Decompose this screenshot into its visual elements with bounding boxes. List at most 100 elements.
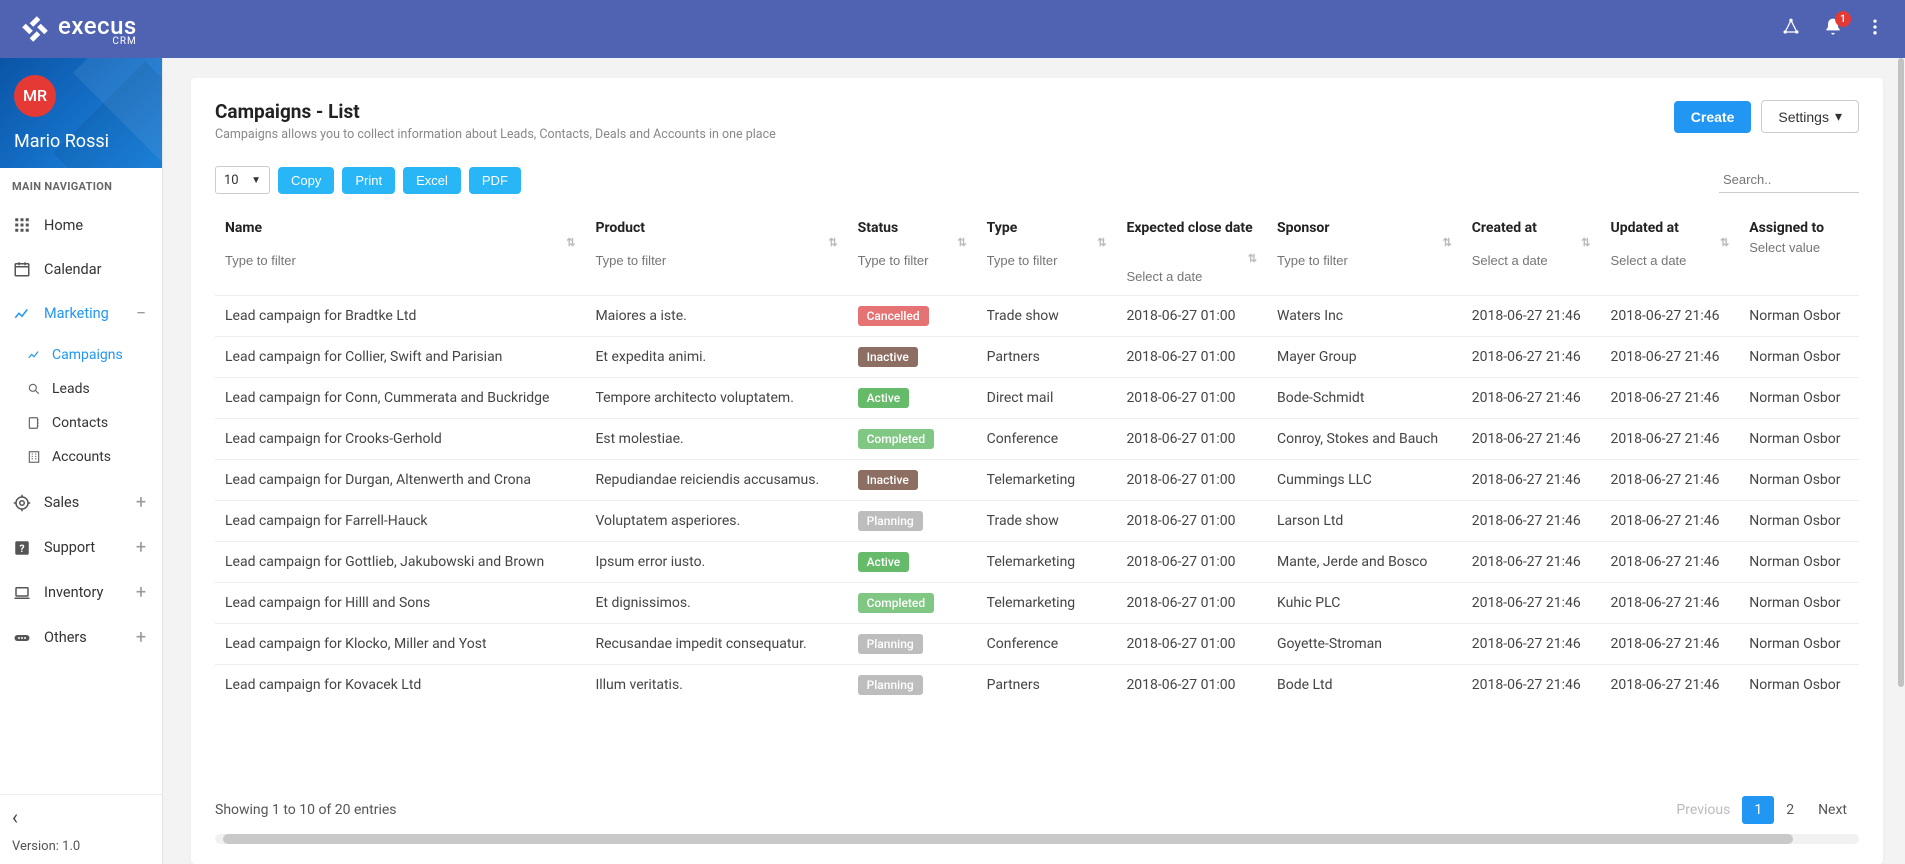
page-2[interactable]: 2 <box>1774 796 1806 824</box>
page-1[interactable]: 1 <box>1742 796 1774 824</box>
sort-icon[interactable]: ⇅ <box>1248 252 1257 265</box>
col-type[interactable]: Type⇅ <box>977 212 1117 296</box>
cell-created: 2018-06-27 21:46 <box>1462 501 1601 542</box>
share-icon[interactable] <box>1781 17 1801 41</box>
cell-sponsor: Mayer Group <box>1267 337 1462 378</box>
table-row[interactable]: Lead campaign for Kovacek LtdIllum verit… <box>215 665 1859 706</box>
avatar[interactable]: MR <box>14 75 56 117</box>
table-row[interactable]: Lead campaign for Bradtke LtdMaiores a i… <box>215 296 1859 337</box>
filter-sponsor[interactable] <box>1277 249 1452 275</box>
col-updated[interactable]: Updated at⇅ <box>1601 212 1740 296</box>
sort-icon[interactable]: ⇅ <box>1443 236 1452 249</box>
sort-icon[interactable]: ⇅ <box>566 236 575 249</box>
cell-name: Lead campaign for Hilll and Sons <box>215 583 585 624</box>
cell-updated: 2018-06-27 21:46 <box>1601 624 1740 665</box>
filter-status[interactable] <box>858 249 967 275</box>
table-row[interactable]: Lead campaign for Crooks-GerholdEst mole… <box>215 419 1859 460</box>
filter-product[interactable] <box>595 249 837 275</box>
col-created[interactable]: Created at⇅ <box>1462 212 1601 296</box>
col-sponsor[interactable]: Sponsor⇅ <box>1267 212 1462 296</box>
settings-button[interactable]: Settings ▾ <box>1761 100 1859 133</box>
sort-icon[interactable]: ⇅ <box>1581 236 1590 249</box>
chart-icon <box>26 347 42 363</box>
col-expected[interactable]: Expected close date⇅ <box>1116 212 1267 296</box>
vertical-scrollbar[interactable] <box>1898 58 1904 864</box>
expand-icon[interactable]: + <box>132 537 150 558</box>
nav-item-inventory[interactable]: Inventory + <box>0 570 162 615</box>
cell-expected: 2018-06-27 01:00 <box>1116 460 1267 501</box>
nav-item-marketing[interactable]: Marketing − <box>0 291 162 336</box>
table-row[interactable]: Lead campaign for Farrell-HauckVoluptate… <box>215 501 1859 542</box>
cell-expected: 2018-06-27 01:00 <box>1116 665 1267 706</box>
cell-sponsor: Larson Ltd <box>1267 501 1462 542</box>
help-icon: ? <box>12 538 32 558</box>
page-previous[interactable]: Previous <box>1664 796 1742 824</box>
filter-updated[interactable] <box>1611 249 1730 275</box>
excel-button[interactable]: Excel <box>403 167 461 194</box>
table-row[interactable]: Lead campaign for Collier, Swift and Par… <box>215 337 1859 378</box>
col-name[interactable]: Name ⇅ <box>215 212 585 296</box>
table-row[interactable]: Lead campaign for Klocko, Miller and Yos… <box>215 624 1859 665</box>
status-badge: Completed <box>858 593 935 613</box>
subnav-label: Campaigns <box>52 347 123 363</box>
table-row[interactable]: Lead campaign for Gottlieb, Jakubowski a… <box>215 542 1859 583</box>
page-next[interactable]: Next <box>1806 796 1859 824</box>
search-input[interactable] <box>1719 167 1859 193</box>
profile-name: Mario Rossi <box>14 131 162 152</box>
notifications-icon[interactable]: 1 <box>1823 17 1843 41</box>
campaigns-table: Name ⇅ Product⇅ Status⇅ <box>215 212 1859 705</box>
col-product[interactable]: Product⇅ <box>585 212 847 296</box>
horizontal-scrollbar[interactable] <box>215 834 1859 844</box>
sort-icon[interactable]: ⇅ <box>1720 236 1729 249</box>
copy-button[interactable]: Copy <box>278 167 334 194</box>
cell-name: Lead campaign for Conn, Cummerata and Bu… <box>215 378 585 419</box>
cell-product: Recusandae impedit consequatur. <box>585 624 847 665</box>
logo[interactable]: execus CRM <box>20 12 137 47</box>
cell-assigned: Norman Osbor <box>1739 665 1859 706</box>
more-icon[interactable] <box>1865 17 1885 41</box>
scrollbar-thumb[interactable] <box>1898 58 1904 687</box>
filter-name[interactable] <box>225 249 575 275</box>
sort-icon[interactable]: ⇅ <box>1097 236 1106 249</box>
sidebar-collapse-icon[interactable]: ‹ <box>12 805 18 829</box>
calendar-icon <box>12 259 32 279</box>
expand-icon[interactable]: + <box>132 582 150 603</box>
cell-sponsor: Goyette-Stroman <box>1267 624 1462 665</box>
nav-item-home[interactable]: Home <box>0 203 162 247</box>
nav-label: Others <box>44 629 87 646</box>
nav-item-support[interactable]: ? Support + <box>0 525 162 570</box>
nav-item-others[interactable]: Others + <box>0 615 162 660</box>
collapse-icon[interactable]: − <box>132 303 150 324</box>
print-button[interactable]: Print <box>342 167 395 194</box>
cell-expected: 2018-06-27 01:00 <box>1116 542 1267 583</box>
table-row[interactable]: Lead campaign for Durgan, Altenwerth and… <box>215 460 1859 501</box>
table-row[interactable]: Lead campaign for Hilll and SonsEt digni… <box>215 583 1859 624</box>
cell-type: Telemarketing <box>977 542 1117 583</box>
expand-icon[interactable]: + <box>132 492 150 513</box>
filter-expected[interactable] <box>1126 265 1257 291</box>
cell-expected: 2018-06-27 01:00 <box>1116 624 1267 665</box>
create-button[interactable]: Create <box>1674 101 1752 133</box>
subnav-item-contacts[interactable]: Contacts <box>0 406 162 440</box>
subnav-item-accounts[interactable]: Accounts <box>0 440 162 474</box>
table-row[interactable]: Lead campaign for Conn, Cummerata and Bu… <box>215 378 1859 419</box>
cell-created: 2018-06-27 21:46 <box>1462 583 1601 624</box>
nav-item-calendar[interactable]: Calendar <box>0 247 162 291</box>
subnav-item-campaigns[interactable]: Campaigns <box>0 338 162 372</box>
filter-assigned[interactable] <box>1749 236 1849 262</box>
cell-assigned: Norman Osbor <box>1739 501 1859 542</box>
col-assigned[interactable]: Assigned to <box>1739 212 1859 296</box>
cell-created: 2018-06-27 21:46 <box>1462 542 1601 583</box>
col-label: Name <box>225 220 262 236</box>
nav-item-sales[interactable]: Sales + <box>0 480 162 525</box>
subnav-item-leads[interactable]: Leads <box>0 372 162 406</box>
sort-icon[interactable]: ⇅ <box>957 236 966 249</box>
pdf-button[interactable]: PDF <box>469 167 521 194</box>
filter-type[interactable] <box>987 249 1107 275</box>
expand-icon[interactable]: + <box>132 627 150 648</box>
scrollbar-thumb[interactable] <box>223 834 1793 844</box>
sort-icon[interactable]: ⇅ <box>828 236 837 249</box>
page-size-select[interactable]: 10 ▼ <box>215 166 270 194</box>
col-status[interactable]: Status⇅ <box>848 212 977 296</box>
filter-created[interactable] <box>1472 249 1591 275</box>
